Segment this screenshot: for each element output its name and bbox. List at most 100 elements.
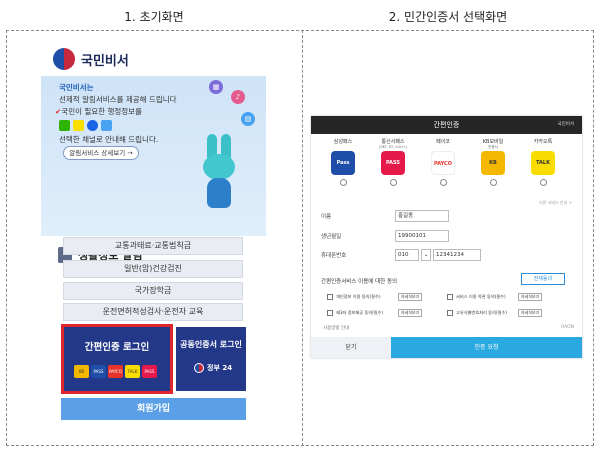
gov24-label: 정부 24 [207,364,233,372]
pass-logo-icon: PASS [142,365,157,378]
provider-sub: 인증서 [488,145,498,149]
provider-sub [323,145,363,149]
cert-login-label: 공동인증서 로그인 [180,340,242,349]
left-caption: 1. 초기화면 [124,10,184,24]
easy-auth-logos: KB PASS PAYCO TALK PASS [74,365,157,378]
brand: 국민비서 [53,48,129,70]
gov24-logo-icon [194,363,204,373]
provider-payco[interactable]: 페이코 PAYCO [423,138,463,186]
pass-logo-icon: PASS [381,151,405,175]
close-button[interactable]: 닫기 [311,337,391,358]
detail-button[interactable]: 알림서비스 상세보기 → [63,146,139,160]
hero-line-3-text: 국민이 필요한 행정정보를 [61,107,142,116]
chart-icon: ▤ [241,112,255,126]
consent-terms: 서비스 이용 약관 동의(필수) 자세히보기 [447,292,543,302]
auth-request-button[interactable]: 인증 요청 [391,337,582,358]
join-button[interactable]: 회원가입 [61,398,246,420]
menu-traffic-fine[interactable]: 교통과태료·교통범칙금 [63,237,243,255]
provider-kb[interactable]: KB모바일 인증서 KB [473,138,513,186]
hero-line-1: 국민비서는 [59,83,94,92]
consent-checkbox[interactable] [447,294,453,300]
view-detail-button[interactable]: 자세히보기 [398,293,423,301]
dialog-title: 간편인증 [433,121,460,129]
column-divider [302,30,303,446]
view-detail-button[interactable]: 자세히보기 [518,309,543,317]
samsung-pass-logo-icon: Pass [331,151,355,175]
channel-icons [59,120,112,131]
provider-radio[interactable] [339,179,347,186]
payco-logo-icon: PAYCO [108,365,123,378]
provider-kakao[interactable]: 카카오톡 TALK [523,138,563,186]
raon-label: RAON [561,325,574,330]
toss-icon [87,120,98,131]
gov24-badge: 정부 24 [194,363,232,373]
provider-sub [523,145,563,149]
naver-icon [59,120,70,131]
provider-radio[interactable] [389,179,397,186]
provider-radio[interactable] [539,179,547,186]
usage-guide-link[interactable]: 사용방법 안내 [323,325,349,331]
easy-auth-login-button[interactable]: 간편인증 로그인 KB PASS PAYCO TALK PASS [61,324,173,394]
chevron-down-icon[interactable]: ⌄ [421,249,431,261]
provider-telecom-pass[interactable]: 통신사패스 (SKT, KT, LGU+) PASS [373,138,413,186]
hero-line-2: 선제적 알림서비스를 제공해 드립니다 [59,95,177,104]
brand-name: 국민비서 [81,53,129,69]
agree-all-button[interactable]: 전체동의 [521,273,565,285]
message-icon [101,120,112,131]
view-detail-button[interactable]: 자세히보기 [398,309,423,317]
name-input[interactable]: 홍길동 [395,210,449,222]
provider-name: 카카오톡 [533,139,553,145]
phone-label: 휴대폰번호 [321,253,347,259]
kakao-icon [73,120,84,131]
provider-sub: (SKT, KT, LGU+) [379,145,407,149]
name-row: 이름 홍길동 [317,210,477,223]
birth-row: 생년월일 19900101 [317,230,477,243]
menu-health-checkup[interactable]: 일반(암)건강검진 [63,260,243,278]
initial-screen: 국민비서 국민비서는 선제적 알림서비스를 제공해 드립니다 ✔국민이 필요한 … [41,42,266,430]
provider-name: 삼성패스 [333,139,353,145]
dialog-brand: 국민비서 [557,122,574,127]
provider-name: KB모바일 [482,139,504,145]
consent-unique-id: 고유식별번호처리 동의(필수) 자세히보기 [447,308,543,318]
payco-logo-icon: PAYCO [431,151,455,175]
phone-input[interactable]: 12341234 [433,249,481,261]
phone-row: 휴대폰번호 010 ⌄ 12341234 [317,249,481,262]
provider-samsung-pass[interactable]: 삼성패스 Pass [323,138,363,186]
taegeuk-logo-icon [53,48,75,70]
hero-banner: 국민비서는 선제적 알림서비스를 제공해 드립니다 ✔국민이 필요한 행정정보를… [41,76,266,236]
consent-checkbox[interactable] [447,310,453,316]
rabbit-mascot [197,134,241,212]
dialog-header: 간편인증 국민비서 [311,116,582,134]
samsung-pass-logo-icon: PASS [91,365,106,378]
bell-icon: ♪ [231,90,245,104]
phone-prefix-select[interactable]: 010 [395,249,419,261]
calendar-icon: ▦ [209,80,223,94]
consent-checkbox[interactable] [327,294,333,300]
provider-name: 통신사패스 [381,139,405,145]
provider-sub [423,145,463,149]
kakao-talk-logo-icon: TALK [125,365,140,378]
kb-logo-icon: KB [74,365,89,378]
menu-scholarship[interactable]: 국가장학금 [63,282,243,300]
provider-radio[interactable] [439,179,447,186]
consent-text: 개인정보 이용 동의(필수) [336,294,381,299]
kb-logo-icon: KB [481,151,505,175]
consent-title: 간편인증서비스 이용에 대한 동의 [321,279,398,285]
consent-text: 고유식별번호처리 동의(필수) [456,310,507,315]
name-label: 이름 [321,214,332,220]
cert-login-button[interactable]: 공동인증서 로그인 정부 24 [176,327,246,391]
provider-name: 페이코 [436,139,450,145]
more-services-link[interactable]: 다른 서비스 안내 > [539,200,572,206]
kakao-talk-logo-icon: TALK [531,151,555,175]
easy-auth-label: 간편인증 로그인 [84,342,150,353]
provider-radio[interactable] [489,179,497,186]
view-detail-button[interactable]: 자세히보기 [518,293,543,301]
birth-input[interactable]: 19900101 [395,230,449,242]
consent-text: 서비스 이용 약관 동의(필수) [456,294,506,299]
consent-text: 제3자 정보제공 동의(필수) [336,310,384,315]
consent-third-party: 제3자 정보제공 동의(필수) 자세히보기 [327,308,423,318]
consent-checkbox[interactable] [327,310,333,316]
easy-auth-dialog: 간편인증 국민비서 삼성패스 Pass 통신사패스 (SKT, KT, LGU+… [311,116,582,358]
consent-privacy: 개인정보 이용 동의(필수) 자세히보기 [327,292,423,302]
menu-license-test[interactable]: 운전면허적성검사·운전자 교육 [63,303,243,321]
